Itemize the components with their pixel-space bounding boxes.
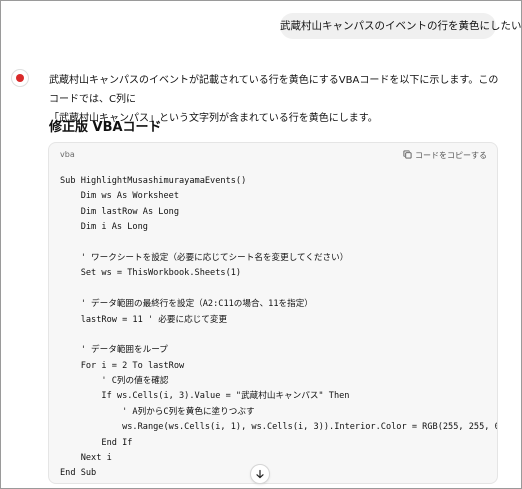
user-message-bubble: 武蔵村山キャンパスのイベントの行を黄色にしたい — [280, 13, 522, 39]
code-line: For i = 2 To lastRow — [60, 360, 185, 371]
section-title: 修正版 VBAコード — [49, 120, 162, 135]
code-line: Next i — [60, 453, 112, 464]
scroll-to-bottom-button[interactable] — [250, 464, 270, 484]
code-line: ' C列の値を確認 — [60, 376, 169, 387]
avatar-dot — [16, 74, 24, 82]
code-line: Dim i As Long — [60, 222, 148, 233]
code-line: ' ワークシートを設定（必要に応じてシート名を変更してください） — [60, 252, 349, 263]
copy-icon — [403, 149, 412, 161]
code-line: lastRow = 11 ' 必要に応じて変更 — [60, 314, 228, 325]
copy-code-label: コードをコピーする — [415, 150, 487, 160]
intro-line-1: 武蔵村山キャンパスのイベントが記載されている行を黄色にするVBAコードを以下に示… — [49, 75, 499, 105]
assistant-avatar-icon — [11, 69, 29, 87]
code-content[interactable]: Sub HighlightMusashimurayamaEvents() Dim… — [60, 174, 498, 482]
code-line: ' データ範囲の最終行を設定（A2:C11の場合、11を指定） — [60, 299, 313, 310]
code-line: Set ws = ThisWorkbook.Sheets(1) — [60, 268, 242, 279]
code-line: ' A列からC列を黄色に塗りつぶす — [60, 406, 255, 417]
code-block-header: vba コードをコピーする — [49, 143, 497, 167]
code-line: Dim ws As Worksheet — [60, 191, 179, 202]
code-language-label: vba — [60, 150, 75, 159]
code-line: Sub HighlightMusashimurayamaEvents() — [60, 176, 247, 186]
code-line: ' データ範囲をループ — [60, 345, 168, 356]
chat-window: 武蔵村山キャンパスのイベントの行を黄色にしたい 武蔵村山キャンパスのイベントが記… — [0, 0, 522, 489]
code-line: Dim lastRow As Long — [60, 206, 179, 217]
copy-code-button[interactable]: コードをコピーする — [403, 148, 487, 162]
code-line: End If — [60, 437, 133, 448]
arrow-down-icon — [255, 469, 265, 479]
code-line: ws.Range(ws.Cells(i, 1), ws.Cells(i, 3))… — [60, 422, 498, 433]
code-block: vba コードをコピーする Sub HighlightMusashimuraya… — [48, 142, 498, 484]
code-line: If ws.Cells(i, 3).Value = "武蔵村山キャンパス" Th… — [60, 391, 350, 402]
code-line: End Sub — [60, 468, 97, 479]
